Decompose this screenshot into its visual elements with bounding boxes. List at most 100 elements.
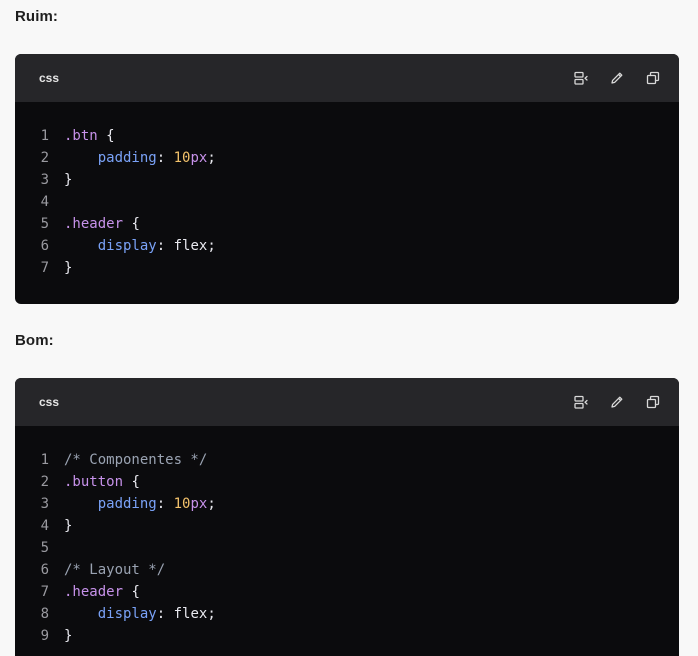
- code-line-content: padding: 10px;: [64, 147, 216, 169]
- code-token: display: [97, 606, 157, 622]
- code-language-label: css: [39, 71, 60, 85]
- line-number: 8: [40, 606, 49, 622]
- code-line-content: display: flex;: [64, 603, 216, 625]
- line-number: 4: [40, 194, 49, 210]
- code-line-content: }: [64, 625, 72, 647]
- code-body[interactable]: 1/* Componentes */2 .button {3 padding: 1…: [15, 426, 679, 647]
- line-number: 5: [40, 216, 49, 232]
- code-block-header: css: [15, 378, 679, 426]
- line-number: 2: [40, 150, 49, 166]
- code-token: }: [64, 260, 73, 276]
- code-line-content: .header {: [64, 581, 140, 603]
- code-token: :: [156, 238, 174, 254]
- line-number: 7: [40, 260, 49, 276]
- code-line-content: .header {: [64, 213, 140, 235]
- code-block-actions: [573, 394, 661, 410]
- code-token: :: [156, 150, 174, 166]
- wrap-lines-icon[interactable]: [573, 70, 589, 86]
- code-token: flex: [173, 606, 208, 622]
- line-number: 2: [40, 474, 49, 490]
- code-line-content: .btn {: [64, 125, 115, 147]
- line-number: 3: [40, 172, 49, 188]
- code-token: /* Layout */: [64, 562, 166, 578]
- line-number: 4: [40, 518, 49, 534]
- code-line: 7 .header {: [15, 581, 679, 603]
- code-token: padding: [97, 150, 157, 166]
- pencil-icon[interactable]: [609, 70, 625, 86]
- code-line: 6 /* Layout */: [15, 559, 679, 581]
- code-line: 1 .btn {: [15, 125, 679, 147]
- line-number: 5: [40, 540, 49, 556]
- code-block-actions: [573, 70, 661, 86]
- pencil-icon[interactable]: [609, 394, 625, 410]
- code-token: }: [64, 628, 73, 644]
- copy-icon[interactable]: [645, 70, 661, 86]
- code-token: ;: [207, 606, 216, 622]
- code-token: 10: [173, 150, 191, 166]
- code-token: ;: [207, 150, 216, 166]
- code-token: .button: [64, 474, 124, 490]
- code-line: 2 .button {: [15, 471, 679, 493]
- code-line: 7}: [15, 257, 679, 279]
- code-line: 6 display: flex;: [15, 235, 679, 257]
- section-label-good: Bom:: [15, 332, 54, 349]
- code-line-content: }: [64, 257, 72, 279]
- code-line: 4}: [15, 515, 679, 537]
- code-line: 9}: [15, 625, 679, 647]
- code-line: 5 .header {: [15, 213, 679, 235]
- code-token: }: [64, 172, 73, 188]
- code-token: :: [156, 496, 174, 512]
- code-block-header: css: [15, 54, 679, 102]
- code-line: 2 padding: 10px;: [15, 147, 679, 169]
- code-token: padding: [97, 496, 157, 512]
- wrap-lines-icon[interactable]: [573, 394, 589, 410]
- code-token: px: [190, 150, 208, 166]
- line-number: 6: [40, 238, 49, 254]
- code-token: ;: [207, 496, 216, 512]
- code-token: 10: [173, 496, 191, 512]
- code-line-content: padding: 10px;: [64, 493, 216, 515]
- code-line: 3 padding: 10px;: [15, 493, 679, 515]
- code-line-content: .button {: [64, 471, 140, 493]
- code-token: {: [123, 216, 140, 232]
- code-token: }: [64, 518, 73, 534]
- code-line-content: }: [64, 515, 72, 537]
- copy-icon[interactable]: [645, 394, 661, 410]
- code-token: .header: [64, 216, 124, 232]
- code-token: px: [190, 496, 208, 512]
- code-token: .btn: [64, 128, 98, 144]
- code-token: {: [123, 474, 140, 490]
- code-token: display: [97, 238, 157, 254]
- code-line-content: /* Componentes */: [64, 449, 207, 471]
- code-block-good: css 1/* Componentes */2 .button {3 paddin…: [15, 378, 679, 656]
- code-token: flex: [173, 238, 208, 254]
- code-line: 4: [15, 191, 679, 213]
- code-body[interactable]: 1 .btn {2 padding: 10px; 3} 4 5 .header {6 di…: [15, 102, 679, 279]
- section-label-bad: Ruim:: [15, 8, 58, 25]
- code-language-label: css: [39, 395, 60, 409]
- code-token: /* Componentes */: [64, 452, 208, 468]
- line-number: 1: [40, 128, 49, 144]
- code-line: 3}: [15, 169, 679, 191]
- code-token: ;: [207, 238, 216, 254]
- line-number: 6: [40, 562, 49, 578]
- line-number: 9: [40, 628, 49, 644]
- code-line: 5: [15, 537, 679, 559]
- line-number: 7: [40, 584, 49, 600]
- code-line-content: }: [64, 169, 72, 191]
- code-line-content: /* Layout */: [64, 559, 165, 581]
- code-block-bad: css 1 .btn {2 padding: 10px; 3} 4 5 .header {…: [15, 54, 679, 304]
- code-line-content: display: flex;: [64, 235, 216, 257]
- code-token: :: [156, 606, 174, 622]
- code-line: 8 display: flex;: [15, 603, 679, 625]
- line-number: 1: [40, 452, 49, 468]
- line-number: 3: [40, 496, 49, 512]
- code-token: {: [97, 128, 115, 144]
- code-line: 1 /* Componentes */: [15, 449, 679, 471]
- code-token: {: [123, 584, 140, 600]
- code-token: .header: [64, 584, 124, 600]
